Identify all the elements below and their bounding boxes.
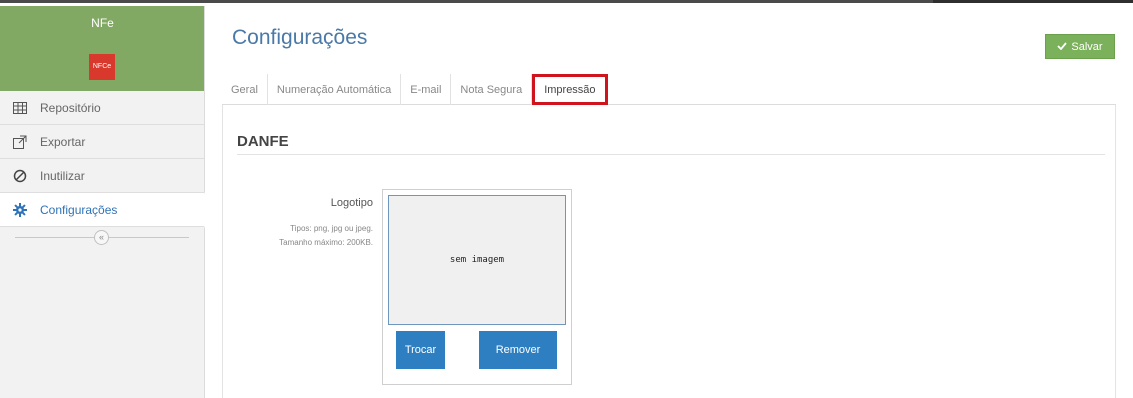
- tab-email[interactable]: E-mail: [401, 74, 452, 105]
- change-logo-button[interactable]: Trocar: [396, 331, 445, 369]
- sidebar-item-label: Inutilizar: [40, 168, 85, 183]
- tab-nota-segura[interactable]: Nota Segura: [451, 74, 533, 105]
- sidebar-header: NFe NFCe: [0, 6, 204, 91]
- check-icon: [1057, 41, 1068, 53]
- main-content: Configurações Salvar Geral Numeração Aut…: [205, 6, 1133, 398]
- save-button[interactable]: Salvar: [1045, 34, 1115, 59]
- sidebar-item-label: Exportar: [40, 134, 86, 149]
- tab-numeracao-automatica[interactable]: Numeração Automática: [268, 74, 402, 105]
- sidebar-item-label: Configurações: [40, 202, 118, 217]
- ban-icon: [12, 168, 28, 184]
- logo-hint-types: Tipos: png, jpg ou jpeg.: [290, 224, 373, 233]
- section-title: DANFE: [237, 133, 289, 150]
- logo-preview: sem imagem: [388, 195, 566, 325]
- logo-hint-size: Tamanho máximo: 200KB.: [279, 238, 373, 247]
- remove-logo-button[interactable]: Remover: [479, 331, 557, 369]
- sidebar-item-exportar[interactable]: Exportar: [0, 125, 204, 159]
- settings-tabs: Geral Numeração Automática E-mail Nota S…: [222, 74, 1116, 105]
- sidebar: NFe NFCe Repositório Exportar Inutilizar: [0, 6, 213, 398]
- tab-panel-impressao: DANFE Logotipo Tipos: png, jpg ou jpeg. …: [222, 105, 1116, 398]
- sidebar-item-repositorio[interactable]: Repositório: [0, 91, 204, 125]
- sidebar-collapse-row: «: [0, 227, 204, 247]
- sidebar-item-configuracoes[interactable]: Configurações: [0, 192, 213, 228]
- save-button-label: Salvar: [1071, 40, 1103, 53]
- section-divider: [237, 154, 1105, 155]
- sidebar-nav: Repositório Exportar Inutilizar Configur…: [0, 91, 213, 228]
- app-title: NFe: [91, 16, 114, 30]
- grid-icon: [12, 100, 28, 116]
- app-logo: NFCe: [89, 54, 115, 80]
- tab-impressao[interactable]: Impressão: [532, 74, 608, 105]
- logo-field-hint: Tipos: png, jpg ou jpeg. Tamanho máximo:…: [233, 222, 373, 250]
- logo-field-label: Logotipo: [330, 197, 373, 209]
- logo-upload-box: sem imagem Trocar Remover: [382, 189, 572, 385]
- page-title: Configurações: [232, 26, 368, 49]
- logo-placeholder-text: sem imagem: [449, 255, 505, 265]
- collapse-sidebar-button[interactable]: «: [94, 230, 109, 245]
- gear-icon: [12, 202, 28, 218]
- sidebar-item-inutilizar[interactable]: Inutilizar: [0, 159, 204, 193]
- sidebar-item-label: Repositório: [40, 100, 101, 115]
- external-link-icon: [12, 134, 28, 150]
- tab-geral[interactable]: Geral: [222, 74, 268, 105]
